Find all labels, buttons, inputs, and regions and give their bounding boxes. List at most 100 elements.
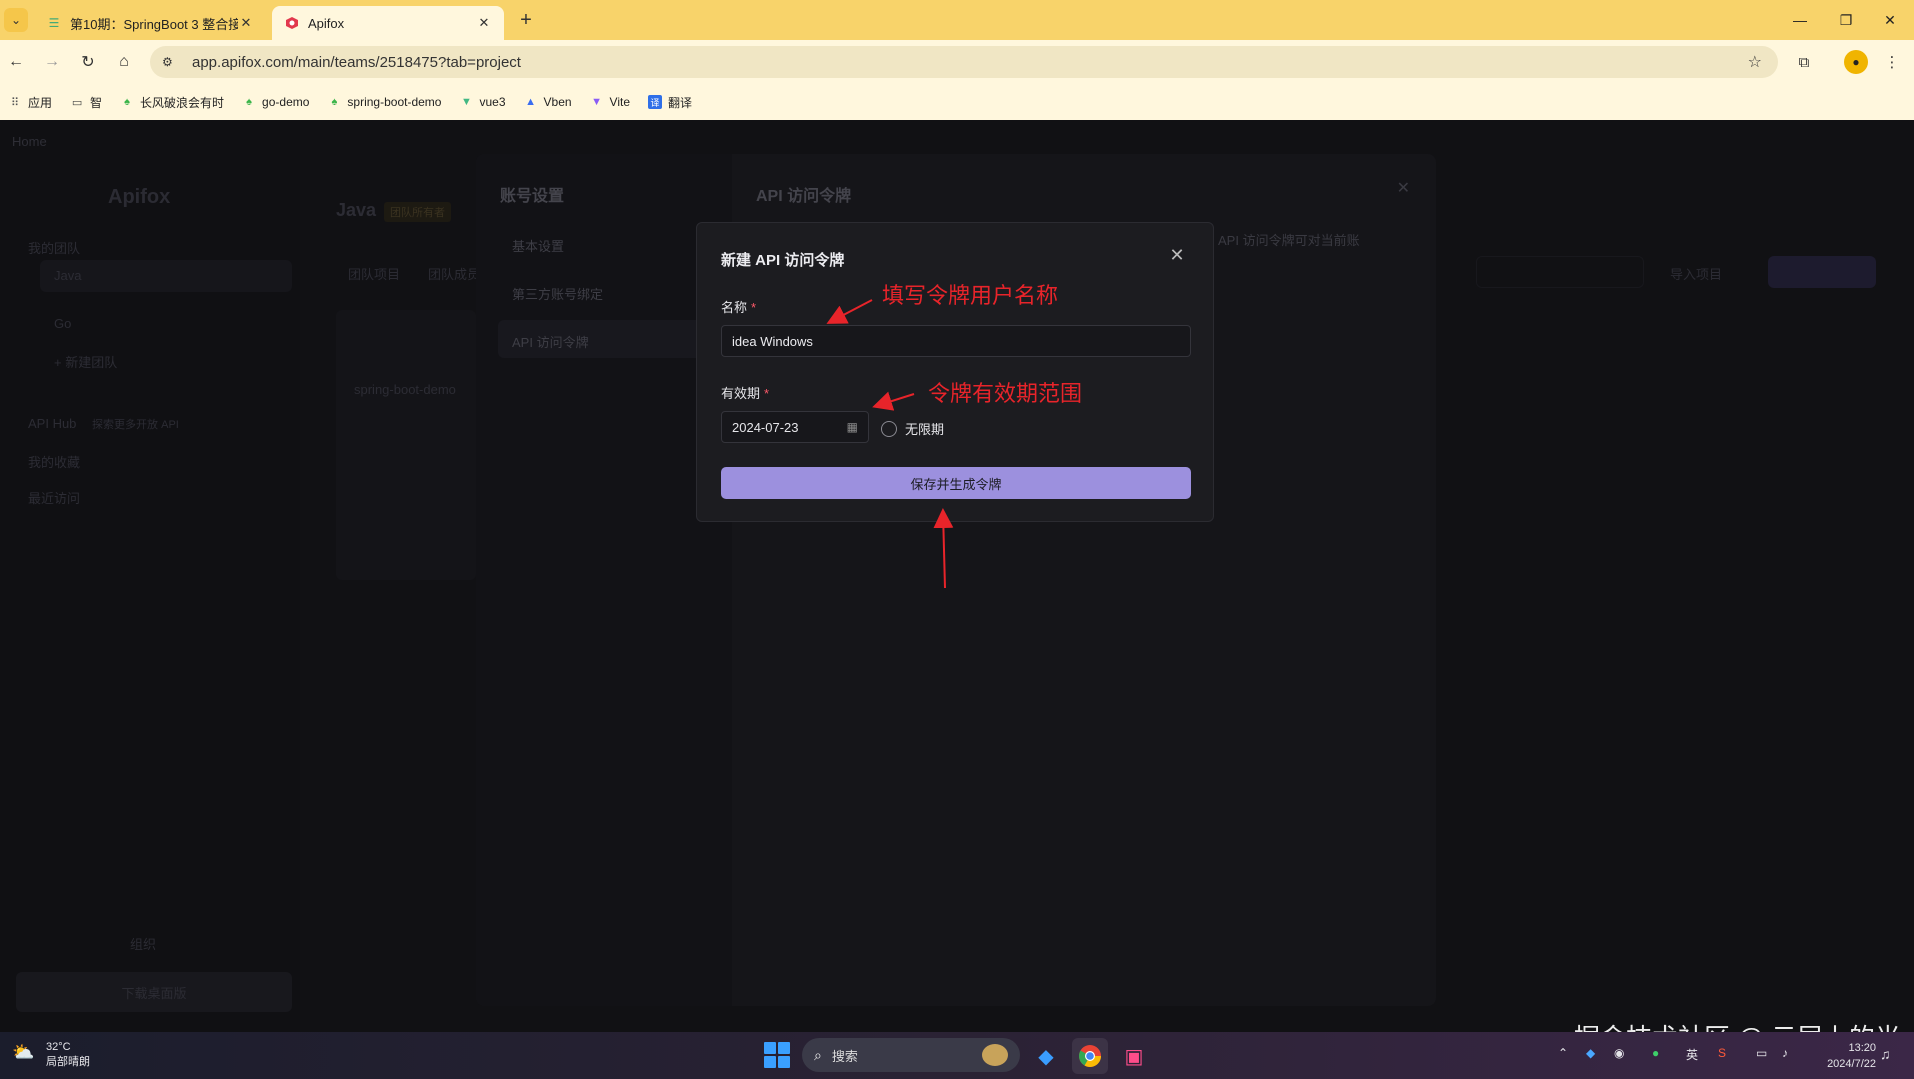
token-name-input[interactable]: [721, 325, 1191, 357]
download-desktop-button[interactable]: 下载桌面版: [16, 972, 292, 1012]
url-text: app.apifox.com/main/teams/2518475?tab=pr…: [192, 53, 521, 71]
recent-link[interactable]: 最近访问: [28, 488, 80, 507]
forward-icon[interactable]: →: [40, 50, 64, 74]
sogou-ime-icon[interactable]: S: [1718, 1046, 1726, 1060]
no-limit-checkbox[interactable]: 无限期: [881, 419, 944, 438]
bookmark-vue3[interactable]: ▼ vue3: [459, 95, 505, 109]
menu-icon[interactable]: ⋮: [1880, 50, 1904, 74]
taskbar-search[interactable]: ⌕ 搜索: [802, 1038, 1020, 1072]
apifox-logo: Apifox: [108, 186, 171, 208]
settings-nav-third-party[interactable]: 第三方账号绑定: [512, 284, 603, 303]
settings-nav: 账号设置 基本设置 第三方账号绑定 API 访问令牌: [476, 154, 732, 1006]
ime-indicator[interactable]: 英: [1686, 1046, 1698, 1063]
minimize-icon[interactable]: —: [1782, 8, 1818, 32]
settings-close-icon[interactable]: ✕: [1397, 178, 1410, 198]
bookmark-translate[interactable]: 译翻译: [648, 94, 692, 111]
close-icon[interactable]: ✕: [1167, 245, 1187, 265]
tray-expand-icon[interactable]: ⌃: [1558, 1046, 1568, 1060]
site-info-icon[interactable]: ⚙: [162, 55, 180, 69]
profile-avatar[interactable]: ●: [1844, 50, 1868, 74]
api-hub-link[interactable]: API Hub 探索更多开放 API: [28, 416, 179, 432]
annotation-expiry-hint: 令牌有效期范围: [928, 382, 1083, 407]
bookmark-vite[interactable]: ▼ Vite: [590, 95, 630, 109]
clock-time: 13:20: [1848, 1042, 1876, 1054]
notification-bell-icon[interactable]: ♫: [1880, 1046, 1891, 1062]
volume-icon[interactable]: ♪: [1782, 1046, 1788, 1060]
close-tab-icon[interactable]: ✕: [476, 15, 492, 31]
network-icon[interactable]: ▭: [1756, 1046, 1767, 1060]
weather-widget[interactable]: ⛅ 32°C 局部晴朗: [12, 1040, 90, 1070]
bookmark-vben[interactable]: ▲ Vben: [524, 95, 572, 109]
panel-title: API 访问令牌: [756, 188, 852, 205]
new-project-button[interactable]: [1768, 256, 1876, 288]
bookmark-label: go-demo: [262, 95, 310, 109]
bookmark-go-demo[interactable]: ♠ go-demo: [242, 95, 309, 109]
weather-icon: ⛅: [12, 1042, 35, 1062]
apifox-icon: [284, 15, 300, 31]
annotation-name-hint: 填写令牌用户名称: [882, 284, 1059, 309]
vite-icon: ▼: [591, 96, 602, 108]
new-team-link[interactable]: + 新建团队: [54, 352, 117, 371]
apps-grid-icon: ⠿: [10, 96, 20, 109]
my-team-heading[interactable]: 我的团队: [28, 238, 80, 257]
checkbox-circle[interactable]: [881, 420, 897, 437]
folder-icon: ▭: [71, 96, 83, 109]
extensions-icon[interactable]: ⧉: [1792, 50, 1816, 74]
close-window-icon[interactable]: ✕: [1872, 8, 1908, 32]
bookmark-folder[interactable]: ▭ 智: [70, 94, 102, 111]
bookmark-apps[interactable]: ⠿ 应用: [8, 94, 52, 111]
settings-nav-api-token[interactable]: API 访问令牌: [498, 320, 718, 358]
tab-title: Apifox: [308, 15, 345, 31]
bookmark-label: Vben: [543, 95, 572, 109]
bookmark-star-icon[interactable]: ☆: [1748, 52, 1762, 72]
save-and-generate-button[interactable]: 保存并生成令牌: [721, 467, 1191, 499]
system-clock[interactable]: 13:20 2024/7/22: [1816, 1040, 1876, 1072]
bookmark-label: 智: [90, 95, 103, 110]
favorites-link[interactable]: 我的收藏: [28, 452, 80, 471]
tab-team-members[interactable]: 团队成员: [428, 264, 480, 283]
team-item-java[interactable]: Java: [40, 260, 292, 292]
reload-icon[interactable]: ↻: [76, 50, 100, 74]
browser-tab-apifox[interactable]: Apifox ✕: [272, 6, 504, 40]
home-icon[interactable]: ⌂: [112, 50, 136, 74]
name-field-label: 名称 *: [721, 297, 756, 316]
back-icon[interactable]: ←: [4, 50, 28, 74]
vben-icon: ▲: [525, 96, 536, 108]
bookmark-label: vue3: [479, 95, 506, 109]
bookmark-label: 应用: [28, 95, 53, 110]
tray-game-icon[interactable]: ◉: [1614, 1046, 1624, 1060]
bookmark-changfeng[interactable]: ♠ 长风破浪会有时: [120, 94, 224, 111]
vue-icon: ▼: [461, 96, 472, 108]
search-icon: ⌕: [814, 1046, 822, 1063]
import-project-button[interactable]: 导入项目: [1670, 264, 1722, 283]
restore-icon[interactable]: ❐: [1828, 8, 1864, 32]
tab-team-projects[interactable]: 团队项目: [348, 264, 400, 283]
weather-temp: 32°C: [46, 1041, 71, 1053]
browser-tab-springboot[interactable]: ☰ 第10期：SpringBoot 3 整合接 ✕: [34, 6, 266, 40]
expiry-date-picker[interactable]: 2024-07-23 ▦: [721, 411, 869, 443]
browser-tab-bar: ⌄ ☰ 第10期：SpringBoot 3 整合接 ✕ Apifox ✕ + —…: [0, 0, 1914, 40]
chrome-icon[interactable]: [1072, 1038, 1108, 1074]
address-bar[interactable]: ⚙ app.apifox.com/main/teams/2518475?tab=…: [150, 46, 1778, 78]
tab-search-dropdown-icon[interactable]: ⌄: [4, 8, 28, 32]
home-link[interactable]: Home: [12, 134, 47, 149]
wechat-icon[interactable]: ●: [1652, 1046, 1659, 1060]
search-highlight-icon: [982, 1044, 1008, 1066]
close-tab-icon[interactable]: ✕: [238, 15, 254, 31]
team-item-go[interactable]: Go: [54, 316, 71, 331]
dialog-title: 新建 API 访问令牌: [721, 252, 845, 269]
org-link[interactable]: 组织: [130, 934, 156, 953]
windows-start-icon[interactable]: [764, 1042, 790, 1068]
project-card[interactable]: [336, 310, 476, 580]
leaf-icon: ♠: [124, 96, 130, 108]
bookmarks-bar: ⠿ 应用 ▭ 智 ♠ 长风破浪会有时 ♠ go-demo ♠ spring-boot-de…: [0, 84, 1914, 120]
bookmark-spring-boot-demo[interactable]: ♠ spring-boot-demo: [327, 95, 442, 109]
settings-nav-basic[interactable]: 基本设置: [512, 236, 564, 255]
new-tab-button[interactable]: +: [514, 8, 538, 32]
intellij-icon[interactable]: ▣: [1116, 1038, 1152, 1074]
bookmark-label: Vite: [609, 95, 631, 109]
tray-app-icon[interactable]: ◆: [1586, 1046, 1595, 1060]
vscode-icon[interactable]: ◆: [1028, 1038, 1064, 1074]
team-role-badge: 团队所有者: [384, 202, 451, 222]
project-search-input[interactable]: [1476, 256, 1644, 288]
